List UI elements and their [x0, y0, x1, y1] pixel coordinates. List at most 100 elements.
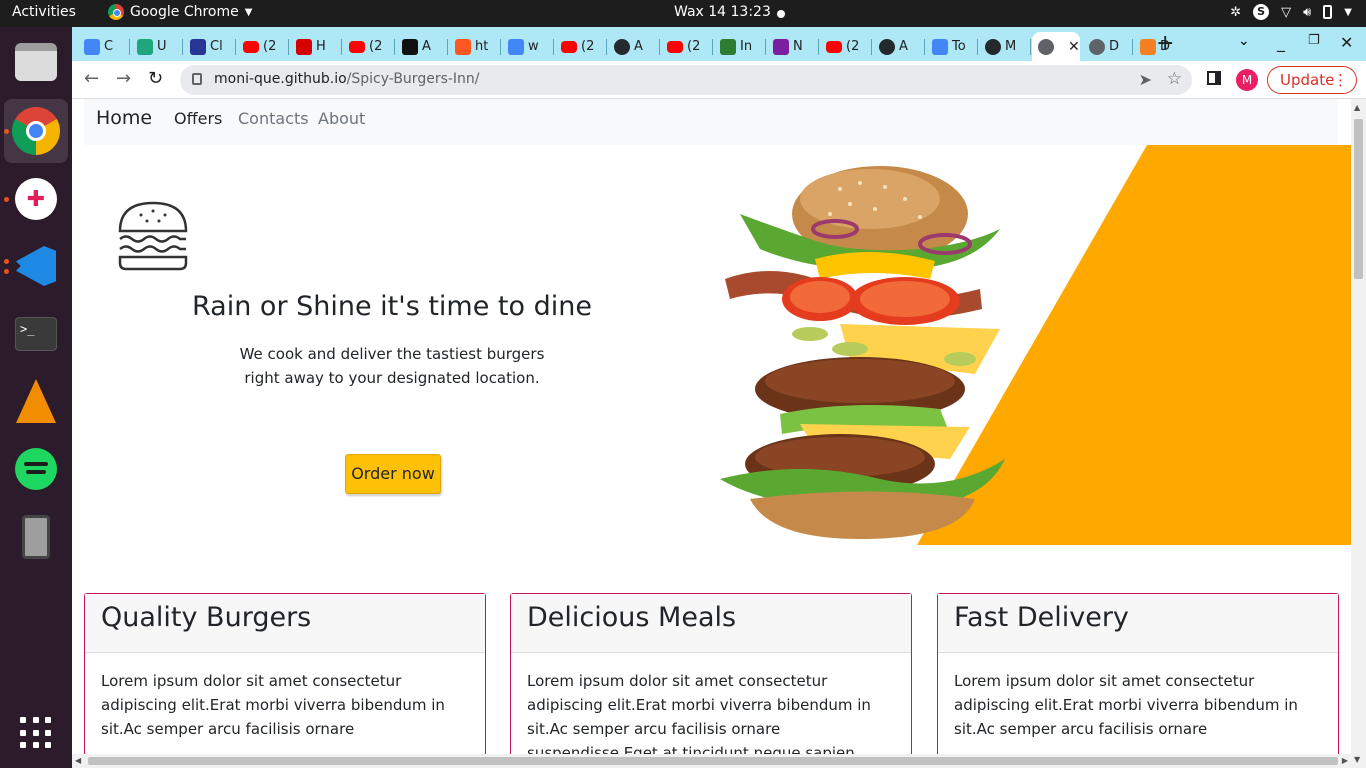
- nav-home[interactable]: Home: [96, 107, 152, 129]
- tab-separator: [818, 39, 819, 55]
- dock-chrome[interactable]: [4, 99, 68, 163]
- url-path: /Spicy-Burgers-Inn/: [346, 71, 480, 87]
- nav-contacts[interactable]: Contacts: [238, 109, 309, 128]
- dock-slack[interactable]: ✚: [4, 167, 68, 231]
- tab-label: A: [422, 39, 431, 54]
- dock-terminal[interactable]: >_: [4, 302, 68, 366]
- scroll-thumb[interactable]: [88, 757, 1338, 765]
- side-panel-icon[interactable]: [1207, 71, 1221, 85]
- scroll-thumb[interactable]: [1354, 119, 1363, 279]
- update-label: Update: [1280, 71, 1335, 89]
- network-icon[interactable]: ✲: [1230, 5, 1241, 20]
- tab-label: (2: [263, 39, 277, 54]
- brand-icon: [773, 38, 789, 55]
- nav-about[interactable]: About: [318, 109, 365, 128]
- browser-toolbar: ← → ↻ moni-que.github.io/Spicy-Burgers-I…: [72, 61, 1366, 99]
- tab[interactable]: Cl: [184, 32, 234, 61]
- hero-subtitle-line1: We cook and deliver the tastiest burgers: [239, 345, 545, 363]
- bookmark-star-icon[interactable]: ☆: [1167, 69, 1182, 89]
- tab-separator: [235, 39, 236, 55]
- scroll-down-arrow[interactable]: ▼: [1354, 755, 1360, 764]
- horizontal-scrollbar[interactable]: ◀ ▶: [72, 754, 1351, 768]
- tab[interactable]: ✕: [1032, 32, 1080, 61]
- close-tab-icon[interactable]: ✕: [1068, 39, 1080, 55]
- tab[interactable]: A: [396, 32, 446, 61]
- tab[interactable]: (2: [343, 32, 393, 61]
- tab[interactable]: M: [979, 32, 1029, 61]
- terminal-icon: >_: [15, 317, 57, 351]
- phone-icon: [22, 515, 50, 559]
- dock-vscode[interactable]: [4, 234, 68, 298]
- update-button[interactable]: Update ⋮: [1267, 66, 1357, 94]
- tab[interactable]: (2: [820, 32, 870, 61]
- scroll-left-arrow[interactable]: ◀: [75, 756, 81, 765]
- tab-separator: [500, 39, 501, 55]
- show-applications-button[interactable]: [4, 701, 68, 765]
- running-indicator: [4, 197, 9, 202]
- tab-separator: [924, 39, 925, 55]
- scroll-up-arrow[interactable]: ▲: [1354, 103, 1360, 112]
- tab[interactable]: U: [131, 32, 181, 61]
- tab[interactable]: ht: [449, 32, 499, 61]
- dock-files[interactable]: [4, 30, 68, 94]
- tab[interactable]: w: [502, 32, 552, 61]
- tab[interactable]: To: [926, 32, 976, 61]
- tab-label: (2: [581, 39, 595, 54]
- lock-icon[interactable]: [192, 73, 202, 85]
- restore-button[interactable]: ❐: [1308, 33, 1320, 48]
- activities-button[interactable]: Activities: [12, 4, 76, 20]
- clock[interactable]: Wax 14 13:23: [674, 4, 771, 20]
- reload-button[interactable]: ↻: [148, 68, 163, 89]
- tab[interactable]: C: [78, 32, 128, 61]
- scroll-right-arrow[interactable]: ▶: [1342, 756, 1348, 765]
- dock-vlc[interactable]: [4, 369, 68, 433]
- nav-offers[interactable]: Offers: [174, 109, 222, 128]
- globe-icon: [1038, 38, 1054, 55]
- send-tab-icon[interactable]: ➤: [1139, 70, 1152, 89]
- tab[interactable]: (2: [237, 32, 287, 61]
- tab-label: (2: [687, 39, 701, 54]
- new-tab-button[interactable]: +: [1156, 31, 1174, 56]
- tab[interactable]: A: [608, 32, 658, 61]
- back-button[interactable]: ←: [84, 68, 99, 89]
- tab-label: A: [899, 39, 908, 54]
- tab[interactable]: (2: [661, 32, 711, 61]
- volume-icon[interactable]: 🔊︎: [1303, 5, 1311, 20]
- battery-icon[interactable]: [1323, 5, 1333, 19]
- tab[interactable]: A: [873, 32, 923, 61]
- tab-label: ht: [475, 39, 489, 54]
- url-text[interactable]: moni-que.github.io/Spicy-Burgers-Inn/: [214, 71, 480, 87]
- vertical-scrollbar[interactable]: ▲ ▼: [1351, 99, 1366, 768]
- skype-icon[interactable]: S: [1253, 4, 1270, 20]
- tab[interactable]: N: [767, 32, 817, 61]
- system-tray[interactable]: ✲ S ▽ 🔊︎ ▼: [1230, 4, 1352, 20]
- dock-spotify[interactable]: [4, 437, 68, 501]
- wifi-icon[interactable]: ▽: [1281, 5, 1291, 20]
- tab-label: In: [740, 39, 753, 54]
- feature-card: Quality Burgers Lorem ipsum dolor sit ame…: [84, 593, 486, 754]
- minimize-button[interactable]: _: [1277, 33, 1285, 52]
- tab[interactable]: H: [290, 32, 340, 61]
- card-title: Quality Burgers: [85, 594, 485, 653]
- tab[interactable]: (2: [555, 32, 605, 61]
- close-window-button[interactable]: ✕: [1340, 33, 1353, 52]
- tab-separator: [765, 39, 766, 55]
- forward-button[interactable]: →: [116, 68, 131, 89]
- kebab-menu-icon: ⋮: [1333, 71, 1348, 89]
- tab[interactable]: D: [1083, 32, 1131, 61]
- tab-separator: [1132, 39, 1133, 55]
- brand-icon: [137, 38, 153, 55]
- profile-avatar[interactable]: M: [1236, 69, 1258, 91]
- dock: ✚ >_: [0, 27, 72, 768]
- google-icon: [508, 38, 524, 55]
- tab-label: C: [104, 39, 114, 54]
- order-now-button[interactable]: Order now: [345, 454, 441, 494]
- tab[interactable]: In: [714, 32, 764, 61]
- github-icon: [985, 38, 1001, 55]
- power-menu-icon[interactable]: ▼: [1344, 7, 1352, 18]
- spotify-icon: [15, 448, 57, 490]
- dock-phone[interactable]: [4, 505, 68, 569]
- app-menu[interactable]: Google Chrome ▼: [108, 4, 252, 20]
- tab-search-button[interactable]: ⌄: [1238, 33, 1250, 49]
- address-bar[interactable]: moni-que.github.io/Spicy-Burgers-Inn/ ➤ …: [180, 65, 1192, 95]
